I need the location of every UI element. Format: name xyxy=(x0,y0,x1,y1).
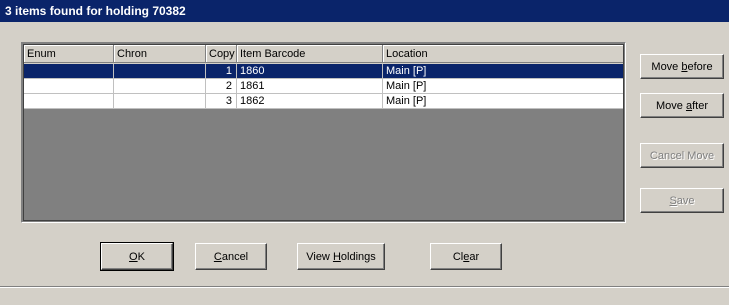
ok-accel-key: O xyxy=(129,250,138,263)
cancel-label-post: ancel xyxy=(221,250,249,263)
cancel-accel-key: C xyxy=(213,250,222,263)
move-after-label-pre: Move xyxy=(656,99,686,112)
cell-location[interactable]: Main [P] xyxy=(383,94,623,109)
save-label-post: ave xyxy=(676,194,695,207)
cell-item-barcode[interactable]: 1861 xyxy=(237,79,383,94)
cell-item-barcode[interactable]: 1860 xyxy=(237,64,383,79)
view-holdings-label-pre: View xyxy=(306,250,333,263)
items-grid[interactable]: Enum Chron Copy Item Barcode Location 1 … xyxy=(21,42,626,223)
cell-enum[interactable] xyxy=(24,79,114,94)
view-holdings-button[interactable]: View Holdings xyxy=(297,243,385,270)
ok-button[interactable]: OK xyxy=(100,242,174,271)
cancel-move-label: Cancel Move xyxy=(649,149,715,162)
cell-copy[interactable]: 1 xyxy=(206,64,237,79)
cell-chron[interactable] xyxy=(114,79,206,94)
items-grid-viewport[interactable]: Enum Chron Copy Item Barcode Location 1 … xyxy=(23,44,624,221)
clear-label-pre: Cl xyxy=(452,250,464,263)
cell-copy[interactable]: 3 xyxy=(206,94,237,109)
column-header-enum[interactable]: Enum xyxy=(24,45,114,63)
column-header-chron[interactable]: Chron xyxy=(114,45,206,63)
save-accel-key: S xyxy=(669,194,677,207)
window-title: 3 items found for holding 70382 xyxy=(5,4,186,18)
cell-item-barcode[interactable]: 1862 xyxy=(237,94,383,109)
table-row[interactable]: 1 1860 Main [P] xyxy=(24,64,623,79)
clear-button[interactable]: Cl e ar xyxy=(430,243,502,270)
move-after-button[interactable]: Move a fter xyxy=(640,93,724,118)
title-bar: 3 items found for holding 70382 xyxy=(0,0,729,22)
move-before-label-post: efore xyxy=(687,60,713,73)
cell-location[interactable]: Main [P] xyxy=(383,64,623,79)
move-after-label-post: fter xyxy=(692,99,708,112)
cell-location[interactable]: Main [P] xyxy=(383,79,623,94)
table-row[interactable]: 2 1861 Main [P] xyxy=(24,79,623,94)
cancel-button[interactable]: Cancel xyxy=(195,243,267,270)
column-header-location[interactable]: Location xyxy=(383,45,623,63)
cancel-move-button[interactable]: Cancel Move xyxy=(640,143,724,168)
ok-label-post: K xyxy=(137,250,145,263)
clear-label-post: ar xyxy=(469,250,480,263)
move-before-label-pre: Move xyxy=(651,60,682,73)
cell-enum[interactable] xyxy=(24,94,114,109)
grid-header: Enum Chron Copy Item Barcode Location xyxy=(24,45,623,64)
cell-enum[interactable] xyxy=(24,64,114,79)
move-before-button[interactable]: Move b efore xyxy=(640,54,724,79)
table-row[interactable]: 3 1862 Main [P] xyxy=(24,94,623,109)
column-header-item-barcode[interactable]: Item Barcode xyxy=(237,45,383,63)
status-bar xyxy=(0,286,729,305)
column-header-copy[interactable]: Copy xyxy=(206,45,237,63)
cell-chron[interactable] xyxy=(114,94,206,109)
save-button[interactable]: Save xyxy=(640,188,724,213)
cell-copy[interactable]: 2 xyxy=(206,79,237,94)
view-holdings-accel-key: H xyxy=(332,250,341,263)
view-holdings-label-post: oldings xyxy=(340,250,376,263)
cell-chron[interactable] xyxy=(114,64,206,79)
